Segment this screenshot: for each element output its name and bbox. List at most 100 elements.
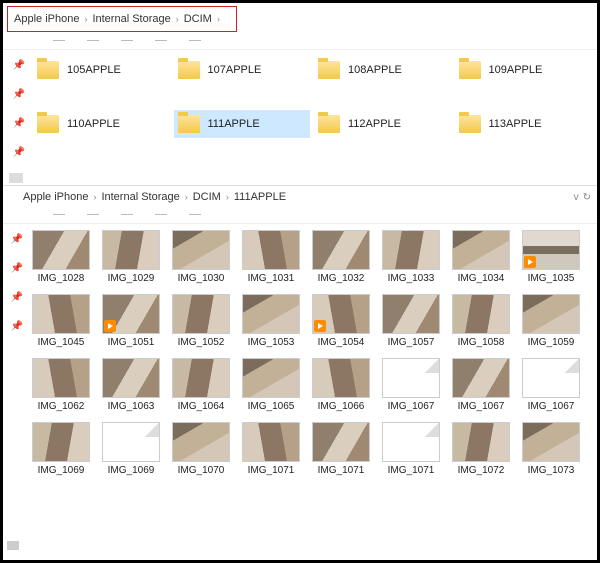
breadcrumb-segment[interactable]: Internal Storage [101, 191, 179, 203]
file-item[interactable]: IMG_1058 [449, 294, 513, 348]
file-item[interactable]: IMG_1051 [99, 294, 163, 348]
file-item[interactable]: IMG_1063 [99, 358, 163, 412]
image-thumbnail [382, 230, 440, 270]
folder-item[interactable]: 112APPLE [314, 110, 451, 138]
file-label: IMG_1051 [108, 337, 155, 348]
file-item[interactable]: IMG_1072 [449, 422, 513, 476]
folder-grid: 105APPLE107APPLE 108APPLE 109APPLE 110APPLE… [29, 50, 597, 158]
folder-item[interactable]: 109APPLE [455, 56, 592, 84]
play-icon [314, 320, 326, 332]
file-label: IMG_1070 [178, 465, 225, 476]
pin-icon: 📌 [13, 60, 25, 71]
toolbar-item[interactable] [53, 40, 65, 41]
toolbar-item[interactable] [53, 214, 65, 215]
folder-label: 110APPLE [67, 118, 120, 130]
breadcrumb-segment[interactable]: 111APPLE [234, 191, 286, 203]
file-item[interactable]: IMG_1059 [519, 294, 583, 348]
scroll-handle[interactable] [9, 173, 23, 183]
folder-item[interactable]: 113APPLE [455, 110, 592, 138]
file-item[interactable]: IMG_1070 [169, 422, 233, 476]
file-item[interactable]: IMG_1067 [379, 358, 443, 412]
file-label: IMG_1067 [528, 401, 575, 412]
image-thumbnail [172, 230, 230, 270]
breadcrumb-segment[interactable]: DCIM [193, 191, 221, 203]
scroll-handle[interactable] [7, 541, 19, 550]
pin-icon: 📌 [11, 263, 23, 274]
breadcrumb-segment[interactable]: Apple iPhone [23, 191, 88, 203]
file-item[interactable]: IMG_1045 [29, 294, 93, 348]
file-label: IMG_1031 [248, 273, 295, 284]
toolbar-item[interactable] [87, 40, 99, 41]
dropdown-icon[interactable]: v [574, 192, 579, 203]
file-item[interactable]: IMG_1062 [29, 358, 93, 412]
file-item[interactable]: IMG_1057 [379, 294, 443, 348]
refresh-icon[interactable]: ↻ [583, 192, 591, 203]
folder-item[interactable]: 110APPLE [33, 110, 170, 138]
file-item[interactable]: IMG_1034 [449, 230, 513, 284]
toolbar-item[interactable] [121, 214, 133, 215]
file-item[interactable]: IMG_1033 [379, 230, 443, 284]
breadcrumb-segment[interactable]: DCIM [184, 13, 212, 25]
image-thumbnail [522, 294, 580, 334]
image-thumbnail [312, 294, 370, 334]
pin-icon: 📌 [13, 89, 25, 100]
file-label: IMG_1063 [108, 401, 155, 412]
toolbar-item[interactable] [87, 214, 99, 215]
toolbar-item[interactable] [121, 40, 133, 41]
folder-icon [318, 61, 340, 79]
file-item[interactable]: IMG_1054 [309, 294, 373, 348]
play-icon [524, 256, 536, 268]
folder-label: 108APPLE [348, 64, 402, 76]
file-item[interactable]: IMG_1071 [239, 422, 303, 476]
file-item[interactable]: IMG_1053 [239, 294, 303, 348]
quick-access-pins: 📌 📌 📌 📌 [9, 50, 29, 158]
file-item[interactable]: IMG_1030 [169, 230, 233, 284]
file-item[interactable]: IMG_1071 [309, 422, 373, 476]
folder-item[interactable]: 105APPLE [33, 56, 170, 84]
file-item[interactable]: IMG_1071 [379, 422, 443, 476]
file-label: IMG_1059 [528, 337, 575, 348]
generic-file-icon [382, 422, 440, 462]
toolbar-item[interactable] [155, 214, 167, 215]
file-item[interactable]: IMG_1035 [519, 230, 583, 284]
breadcrumb-segment[interactable]: Apple iPhone [14, 13, 79, 25]
toolbar-item[interactable] [189, 214, 201, 215]
file-item[interactable]: IMG_1067 [519, 358, 583, 412]
breadcrumb[interactable]: Apple iPhone › Internal Storage › DCIM › [7, 6, 237, 32]
file-item[interactable]: IMG_1067 [449, 358, 513, 412]
file-item[interactable]: IMG_1073 [519, 422, 583, 476]
folder-item[interactable]: 108APPLE [314, 56, 451, 84]
file-item[interactable]: IMG_1064 [169, 358, 233, 412]
file-label: IMG_1064 [178, 401, 225, 412]
image-thumbnail [242, 230, 300, 270]
file-item[interactable]: IMG_1052 [169, 294, 233, 348]
folder-icon [37, 61, 59, 79]
chevron-right-icon: › [223, 192, 232, 202]
file-label: IMG_1035 [528, 273, 575, 284]
file-item[interactable]: IMG_1031 [239, 230, 303, 284]
pin-icon: 📌 [11, 234, 23, 245]
chevron-right-icon: › [173, 14, 182, 24]
file-item[interactable]: IMG_1066 [309, 358, 373, 412]
file-label: IMG_1032 [318, 273, 365, 284]
file-item[interactable]: IMG_1069 [29, 422, 93, 476]
file-item[interactable]: IMG_1065 [239, 358, 303, 412]
toolbar-item[interactable] [155, 40, 167, 41]
folder-icon [178, 115, 200, 133]
image-thumbnail [32, 294, 90, 334]
file-item[interactable]: IMG_1032 [309, 230, 373, 284]
image-thumbnail [312, 358, 370, 398]
folder-item[interactable]: 107APPLE [174, 56, 311, 84]
file-item[interactable]: IMG_1069 [99, 422, 163, 476]
breadcrumb-segment[interactable]: Internal Storage [92, 13, 170, 25]
image-thumbnail [452, 294, 510, 334]
file-item[interactable]: IMG_1028 [29, 230, 93, 284]
toolbar-item[interactable] [189, 40, 201, 41]
image-thumbnail [172, 358, 230, 398]
folder-item[interactable]: 111APPLE [174, 110, 311, 138]
breadcrumb[interactable]: Apple iPhone › Internal Storage › DCIM ›… [3, 186, 597, 206]
file-item[interactable]: IMG_1029 [99, 230, 163, 284]
image-thumbnail [242, 358, 300, 398]
image-thumbnail [312, 230, 370, 270]
file-label: IMG_1069 [38, 465, 85, 476]
